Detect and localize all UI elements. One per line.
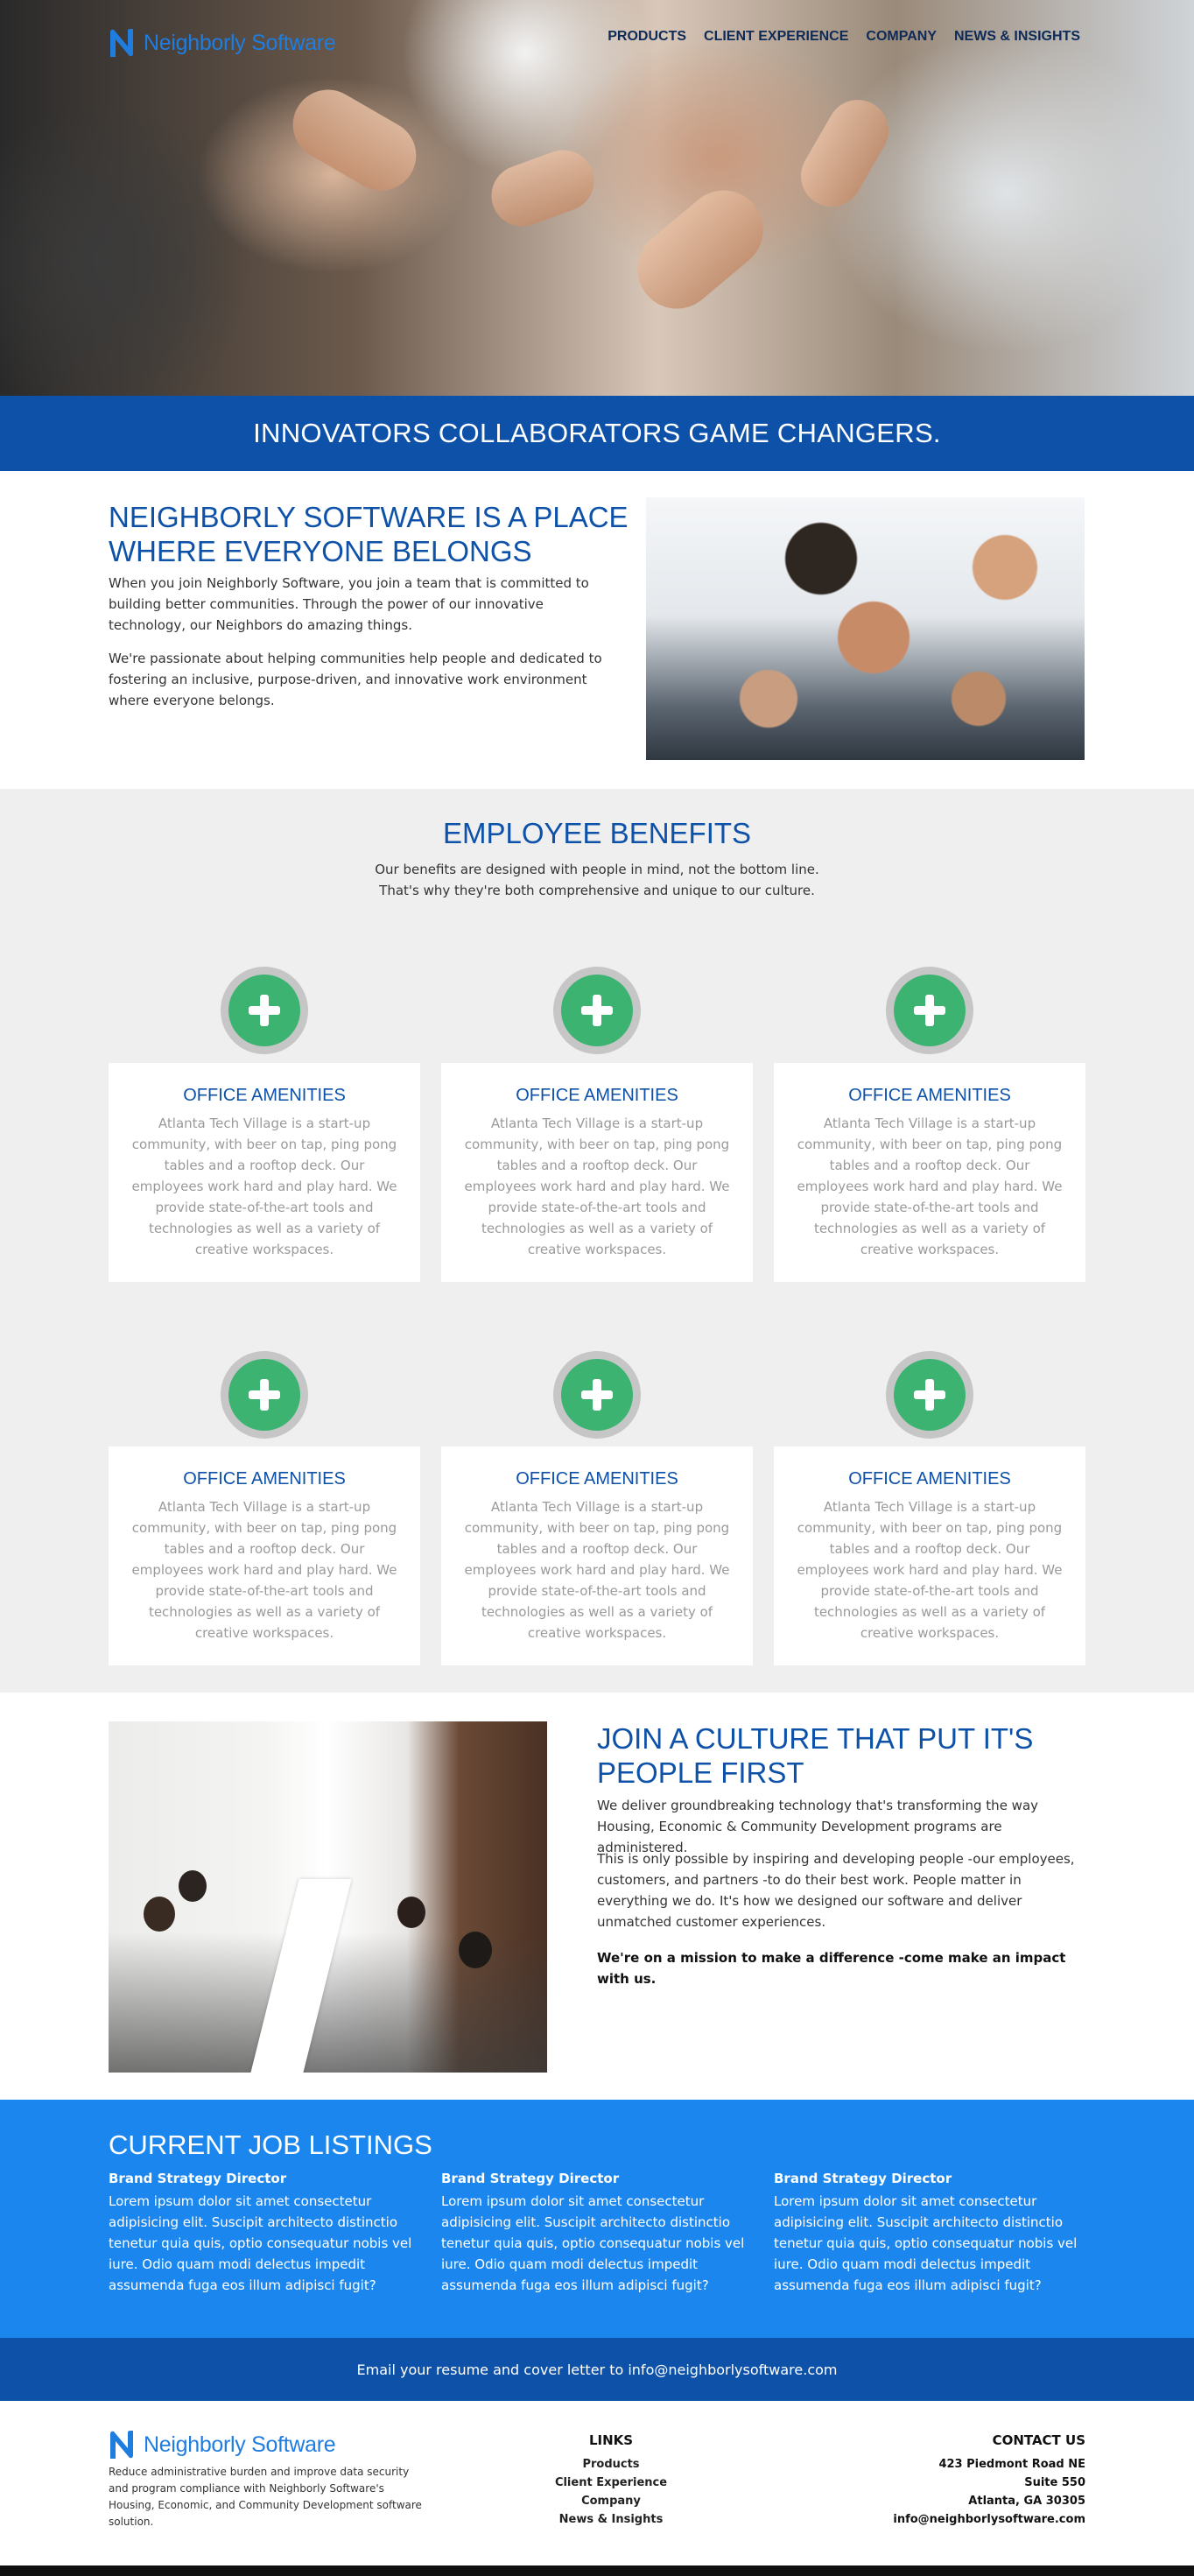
resume-email-text[interactable]: Email your resume and cover letter to in… xyxy=(357,2361,838,2378)
tagline-banner: INNOVATORS COLLABORATORS GAME CHANGERS. xyxy=(0,396,1194,471)
benefit-card-text: Atlanta Tech Village is a start-up commu… xyxy=(797,1499,1063,1641)
nav-products[interactable]: PRODUCTS xyxy=(608,29,686,45)
tagline-text: INNOVATORS COLLABORATORS GAME CHANGERS. xyxy=(253,418,941,448)
benefit-card-text: Atlanta Tech Village is a start-up commu… xyxy=(131,1499,397,1641)
logo-text: Neighborly Software xyxy=(144,2432,336,2457)
office-person-shape xyxy=(397,1897,425,1928)
benefit-card-text: Atlanta Tech Village is a start-up commu… xyxy=(797,1116,1063,1257)
job-description: Lorem ipsum dolor sit amet consectetur a… xyxy=(774,2193,1078,2293)
footer-description: Reduce administrative burden and improve… xyxy=(109,2466,422,2528)
office-photo xyxy=(109,1721,547,2073)
intro-section: NEIGHBORLY SOFTWARE IS A PLACE WHERE EVE… xyxy=(0,471,1194,789)
plus-circle-icon xyxy=(221,1351,308,1439)
plus-circle-icon xyxy=(553,1351,641,1439)
culture-paragraph-2: This is only possible by inspiring and d… xyxy=(597,1851,1075,1930)
benefit-card-title: OFFICE AMENITIES xyxy=(183,1469,346,1489)
benefit-card-title: OFFICE AMENITIES xyxy=(516,1469,678,1489)
benefits-subtitle-2: That's why they're both comprehensive an… xyxy=(379,883,815,898)
benefits-section: EMPLOYEE BENEFITS Our benefits are desig… xyxy=(0,789,1194,1693)
benefit-card: OFFICE AMENITIES Atlanta Tech Village is… xyxy=(441,1063,753,1282)
benefit-card-title: OFFICE AMENITIES xyxy=(848,1469,1011,1489)
logo-mark-icon xyxy=(110,2431,133,2459)
culture-title: JOIN A CULTURE THAT PUT IT'S PEOPLE FIRS… xyxy=(597,1722,1034,1789)
footer-logo[interactable]: Neighborly Software xyxy=(109,2429,336,2460)
plus-circle-icon xyxy=(886,967,973,1054)
benefit-card-text: Atlanta Tech Village is a start-up commu… xyxy=(464,1116,730,1257)
nav-news-insights[interactable]: NEWS & INSIGHTS xyxy=(954,29,1080,45)
contact-address-line-2: Suite 550 xyxy=(1024,2476,1085,2489)
nav-company[interactable]: COMPANY xyxy=(866,29,937,45)
job-title[interactable]: Brand Strategy Director xyxy=(774,2170,1085,2187)
benefit-card-title: OFFICE AMENITIES xyxy=(516,1086,678,1105)
office-person-shape xyxy=(179,1870,207,1902)
benefit-card: OFFICE AMENITIES Atlanta Tech Village is… xyxy=(109,1446,420,1665)
footer-link-company[interactable]: Company xyxy=(523,2492,699,2510)
footer-contact: CONTACT US 423 Piedmont Road NE Suite 55… xyxy=(893,2432,1085,2529)
benefit-card: OFFICE AMENITIES Atlanta Tech Village is… xyxy=(109,1063,420,1282)
footer-link-products[interactable]: Products xyxy=(523,2455,699,2474)
nav-client-experience[interactable]: CLIENT EXPERIENCE xyxy=(704,29,848,45)
culture-section: JOIN A CULTURE THAT PUT IT'S PEOPLE FIRS… xyxy=(0,1693,1194,2100)
benefit-card: OFFICE AMENITIES Atlanta Tech Village is… xyxy=(774,1063,1085,1282)
hero-hand-shape xyxy=(482,141,603,236)
resume-email-strip: Email your resume and cover letter to in… xyxy=(0,2338,1194,2401)
benefit-card-text: Atlanta Tech Village is a start-up commu… xyxy=(131,1116,397,1257)
plus-circle-icon xyxy=(221,967,308,1054)
job-description: Lorem ipsum dolor sit amet consectetur a… xyxy=(441,2193,745,2293)
hero-hand-shape xyxy=(280,76,429,204)
contact-address-line-3: Atlanta, GA 30305 xyxy=(968,2495,1085,2508)
office-person-shape xyxy=(144,1897,175,1932)
benefit-card: OFFICE AMENITIES Atlanta Tech Village is… xyxy=(441,1446,753,1665)
header-logo[interactable]: Neighborly Software xyxy=(109,27,336,59)
footer-links: LINKS Products Client Experience Company… xyxy=(523,2432,699,2529)
job-title[interactable]: Brand Strategy Director xyxy=(109,2170,420,2187)
intro-title: NEIGHBORLY SOFTWARE IS A PLACE WHERE EVE… xyxy=(109,501,629,567)
job-listing[interactable]: Brand Strategy Director Lorem ipsum dolo… xyxy=(109,2170,420,2296)
main-nav: PRODUCTS CLIENT EXPERIENCE COMPANY NEWS … xyxy=(608,29,1080,45)
footer: Neighborly Software Reduce administrativ… xyxy=(0,2401,1194,2565)
bottom-bar xyxy=(0,2565,1194,2576)
benefit-card-title: OFFICE AMENITIES xyxy=(183,1086,346,1105)
benefit-card-text: Atlanta Tech Village is a start-up commu… xyxy=(464,1499,730,1641)
culture-mission: We're on a mission to make a difference … xyxy=(597,1950,1066,1987)
benefits-title: EMPLOYEE BENEFITS xyxy=(442,817,752,849)
job-description: Lorem ipsum dolor sit amet consectetur a… xyxy=(109,2193,412,2293)
benefit-card-title: OFFICE AMENITIES xyxy=(848,1086,1011,1105)
hero-image: Neighborly Software PRODUCTS CLIENT EXPE… xyxy=(0,0,1194,396)
footer-links-title: LINKS xyxy=(588,2432,634,2448)
benefit-card: OFFICE AMENITIES Atlanta Tech Village is… xyxy=(774,1446,1085,1665)
footer-link-client-experience[interactable]: Client Experience xyxy=(523,2474,699,2492)
job-title[interactable]: Brand Strategy Director xyxy=(441,2170,753,2187)
job-listing[interactable]: Brand Strategy Director Lorem ipsum dolo… xyxy=(774,2170,1085,2296)
hero-hand-shape xyxy=(621,174,780,325)
logo-text: Neighborly Software xyxy=(144,30,336,55)
contact-title: CONTACT US xyxy=(992,2432,1085,2448)
team-fist-bump-photo xyxy=(646,497,1085,760)
benefits-subtitle-1: Our benefits are designed with people in… xyxy=(375,862,819,877)
footer-link-news-insights[interactable]: News & Insights xyxy=(523,2510,699,2529)
office-person-shape xyxy=(459,1932,492,1968)
office-desk-shape xyxy=(250,1879,352,2073)
job-listings-title: CURRENT JOB LISTINGS xyxy=(109,2129,432,2160)
job-listing[interactable]: Brand Strategy Director Lorem ipsum dolo… xyxy=(441,2170,753,2296)
logo-mark-icon xyxy=(110,29,133,57)
hero-hand-shape xyxy=(790,88,900,218)
plus-circle-icon xyxy=(886,1351,973,1439)
contact-address-line-1: 423 Piedmont Road NE xyxy=(938,2458,1085,2471)
intro-paragraph-2: We're passionate about helping communiti… xyxy=(109,651,602,708)
contact-email[interactable]: info@neighborlysoftware.com xyxy=(893,2510,1085,2529)
job-listings-section: CURRENT JOB LISTINGS Brand Strategy Dire… xyxy=(0,2100,1194,2338)
intro-paragraph-1: When you join Neighborly Software, you j… xyxy=(109,575,589,633)
plus-circle-icon xyxy=(553,967,641,1054)
